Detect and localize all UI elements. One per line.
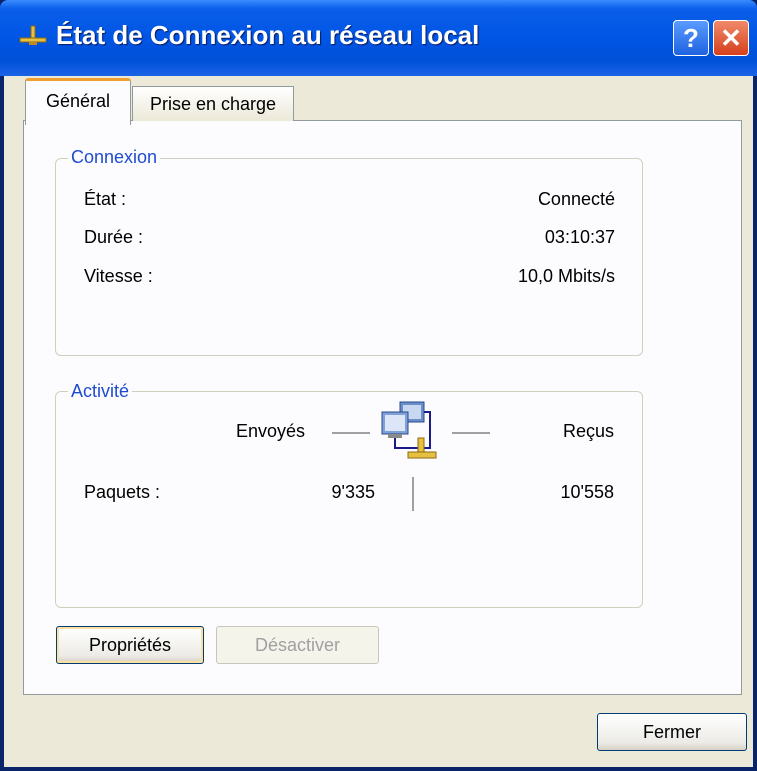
activite-legend: Activité	[68, 381, 133, 402]
title-bar[interactable]: État de Connexion au réseau local ? ✕	[0, 0, 757, 76]
packets-received-value: 10'558	[560, 482, 615, 502]
speed-value: 10,0 Mbits/s	[517, 266, 615, 286]
speed-label: Vitesse :	[84, 266, 153, 286]
tab-general[interactable]: Général	[25, 78, 131, 125]
sent-connector-line	[332, 432, 370, 434]
network-computers-icon	[381, 401, 437, 459]
dialog-window: État de Connexion au réseau local ? ✕ Gé…	[0, 0, 757, 771]
close-window-button[interactable]: ✕	[713, 20, 749, 56]
close-button[interactable]: Fermer	[597, 713, 747, 751]
window-title: État de Connexion au réseau local	[56, 20, 480, 50]
network-connection-icon	[19, 25, 47, 45]
disable-button[interactable]: Désactiver	[216, 626, 379, 664]
duration-value: 03:10:37	[544, 227, 615, 247]
received-connector-line	[452, 432, 490, 434]
packets-sent-value: 9'335	[331, 482, 375, 502]
status-label: État :	[84, 189, 127, 209]
received-label: Reçus	[562, 421, 614, 441]
duration-label: Durée :	[84, 227, 144, 247]
help-button[interactable]: ?	[673, 20, 709, 56]
packets-label: Paquets :	[84, 482, 161, 502]
connexion-legend: Connexion	[68, 147, 161, 168]
status-value: Connecté	[537, 189, 615, 209]
sent-label: Envoyés	[236, 421, 306, 441]
connexion-group	[55, 158, 643, 356]
tab-prise-en-charge[interactable]: Prise en charge	[132, 86, 294, 121]
properties-button[interactable]: Propriétés	[56, 626, 204, 664]
packets-divider	[412, 477, 414, 511]
